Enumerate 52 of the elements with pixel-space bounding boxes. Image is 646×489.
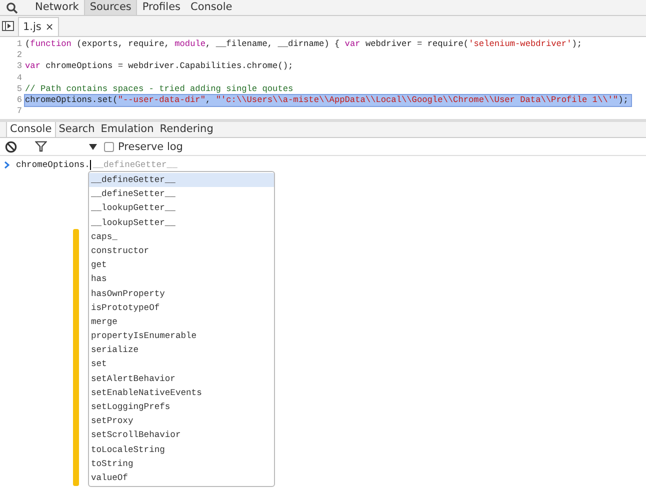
code-line: (function (exports, require, module, __filename, __dirname) { var webdriver = require('selenium-webdriver'); — [25, 39, 584, 49]
panel-tab[interactable]: Profiles — [137, 0, 186, 15]
autocomplete-item[interactable]: caps_ — [89, 230, 274, 244]
panel-tab[interactable]: Console — [186, 0, 238, 15]
autocomplete-item[interactable]: serialize — [89, 343, 274, 358]
autocomplete-item[interactable]: merge — [89, 314, 274, 330]
autocomplete-item[interactable]: setEnableNativeEvents — [89, 386, 274, 400]
panel-tab[interactable]: Network — [30, 0, 84, 15]
search-icon[interactable] — [6, 2, 18, 14]
autocomplete-item[interactable]: propertyIsEnumerable — [89, 329, 274, 344]
autocomplete-item[interactable]: has — [89, 272, 274, 286]
autocomplete-item[interactable]: hasOwnProperty — [89, 286, 274, 301]
autocomplete-item[interactable]: setScrollBehavior — [89, 428, 274, 443]
autocomplete-item[interactable]: get — [89, 258, 274, 272]
line-number: 3 — [16, 61, 23, 73]
autocomplete-item[interactable]: valueOf — [89, 470, 274, 486]
drawer-tab[interactable]: Rendering — [156, 122, 216, 137]
autocomplete-item[interactable]: __defineGetter__ — [89, 173, 274, 188]
line-number: 5 — [16, 84, 23, 95]
code-line: // Path contains spaces - tried adding single qoutes — [25, 84, 294, 94]
drawer-tab[interactable]: Console — [6, 122, 56, 137]
autocomplete-item[interactable]: __lookupSetter__ — [89, 216, 274, 230]
line-number: 2 — [16, 50, 23, 62]
autocomplete-item[interactable]: toLocaleString — [89, 442, 274, 457]
autocomplete-item[interactable]: toString — [89, 456, 274, 471]
autocomplete-item[interactable]: set — [89, 357, 274, 372]
drawer-tab[interactable]: Search — [56, 122, 98, 137]
clear-icon[interactable] — [5, 140, 17, 152]
console-input[interactable]: chromeOptions. __defineGetter__ — [16, 160, 178, 170]
preserve-log-checkbox[interactable]: Preserve log — [104, 140, 183, 152]
sidebar-toggle-icon[interactable] — [2, 21, 14, 31]
autocomplete-item[interactable]: setProxy — [89, 414, 274, 428]
drawer-tab[interactable]: Emulation — [98, 122, 157, 137]
line-number: 1 — [16, 39, 23, 50]
dropdown-caret-icon[interactable] — [89, 144, 97, 150]
autocomplete-item[interactable]: isPrototypeOf — [89, 300, 274, 315]
panel-tab[interactable]: Sources — [84, 0, 138, 15]
filter-icon[interactable] — [35, 141, 47, 152]
autocomplete-item[interactable]: constructor — [89, 244, 274, 258]
autocomplete-item[interactable]: setLoggingPrefs — [89, 400, 274, 414]
close-tab-button[interactable]: × — [45, 22, 54, 32]
file-name: 1.js — [23, 21, 42, 33]
autocomplete-item[interactable]: setAlertBehavior — [89, 372, 274, 386]
file-tab[interactable]: 1.js × — [18, 17, 59, 36]
autocomplete-item[interactable]: __defineSetter__ — [89, 187, 274, 202]
line-number: 7 — [16, 106, 23, 118]
code-line: var chromeOptions = webdriver.Capabilities.chrome(); — [25, 61, 294, 72]
autocomplete-item[interactable]: __lookupGetter__ — [89, 201, 274, 216]
code-line: chromeOptions.set("--user-data-dir", "'c:\\Users\\a-miste\\AppData\\Local\\Google\\Chrome\\User Data\\Profile 1\\'"); — [25, 94, 630, 105]
line-number: 6 — [16, 94, 23, 106]
line-number: 4 — [16, 72, 23, 84]
prompt-chevron-icon — [4, 161, 10, 169]
